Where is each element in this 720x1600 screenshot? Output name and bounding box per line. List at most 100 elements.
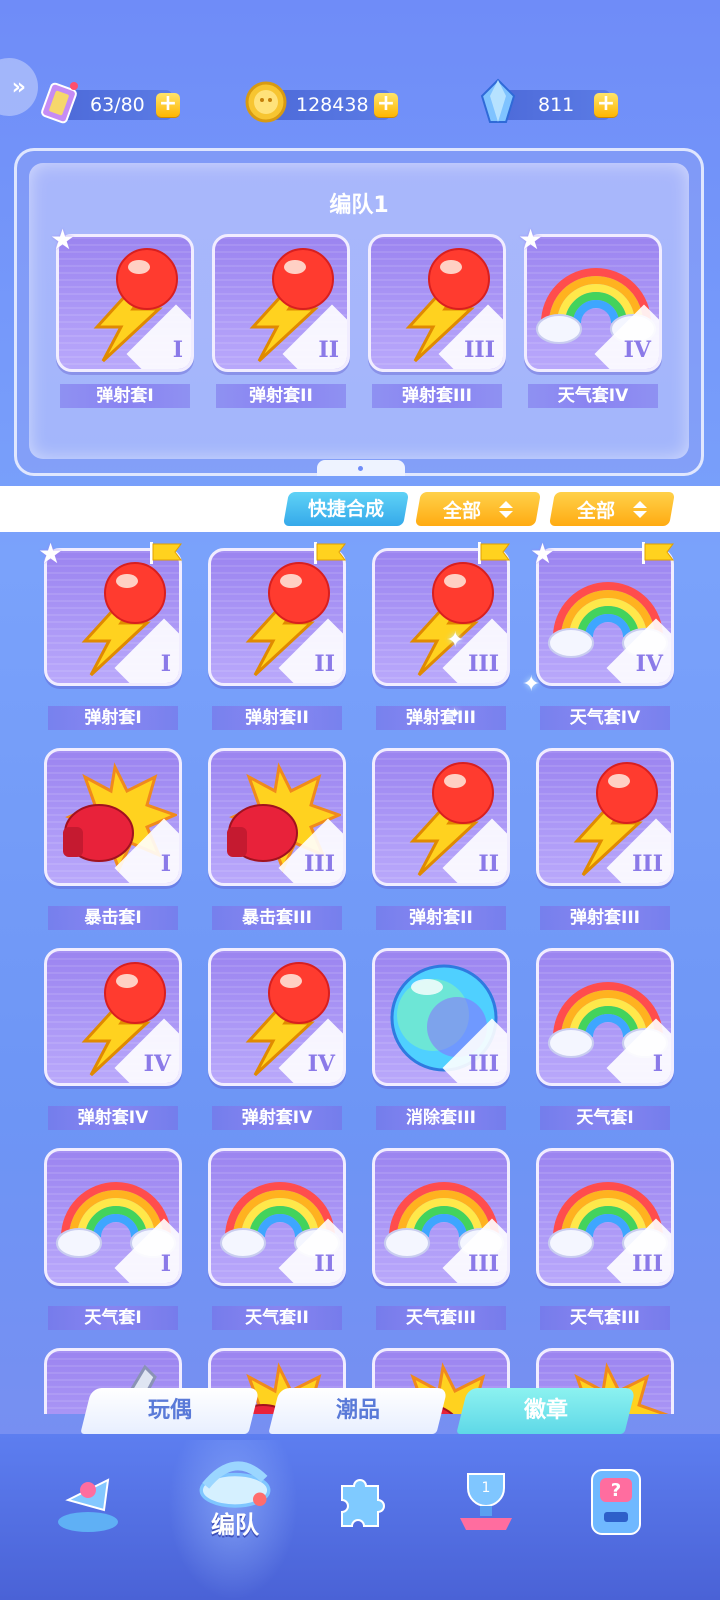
- sparkle-icon: ✦: [522, 672, 541, 697]
- grid-item-label: 弹射套III: [540, 906, 670, 930]
- grid-item-card[interactable]: IV: [536, 548, 674, 686]
- stamina-value: 63/80: [90, 94, 145, 116]
- star-icon: ★: [518, 223, 544, 256]
- card-tier: III: [632, 1251, 663, 1277]
- team-slot-card[interactable]: I: [56, 234, 194, 372]
- tab-dolls[interactable]: 玩偶: [80, 1388, 260, 1434]
- grid-item-card[interactable]: I: [44, 548, 182, 686]
- filter-bar: 快捷合成 全部 全部: [0, 486, 720, 532]
- gem-counter: 811 +: [480, 78, 618, 123]
- card-tier: IV: [307, 1051, 335, 1077]
- grid-item-label: 暴击套I: [48, 906, 178, 930]
- card-tier: II: [318, 337, 339, 363]
- page-indicator[interactable]: [317, 460, 405, 476]
- team-slot-label: 弹射套III: [372, 384, 502, 408]
- card-tier: I: [160, 651, 171, 677]
- ticket-icon: [41, 82, 78, 124]
- flag-icon: [314, 542, 346, 564]
- filter-dropdown-2[interactable]: 全部: [549, 492, 675, 526]
- grid-item-label: 天气套IV: [540, 706, 670, 730]
- team-slot-card[interactable]: IV: [524, 234, 662, 372]
- flag-icon: [150, 542, 182, 564]
- nav-gacha[interactable]: ?: [576, 1462, 666, 1572]
- puzzle-icon: [341, 1479, 385, 1527]
- grid-item-card[interactable]: III: [372, 548, 510, 686]
- grid-item-card[interactable]: IV: [44, 948, 182, 1086]
- nav-trophy[interactable]: 1: [446, 1460, 536, 1570]
- tab-badges[interactable]: 徽章: [456, 1388, 636, 1434]
- add-gems-button[interactable]: +: [594, 93, 618, 117]
- trophy-icon: 1: [460, 1473, 512, 1530]
- nav-team-label: 编队: [211, 1511, 259, 1539]
- card-tier: II: [478, 851, 499, 877]
- grid-item-card[interactable]: I: [44, 1148, 182, 1286]
- nav-puzzle[interactable]: [318, 1466, 408, 1576]
- filter-2-label: 全部: [576, 499, 615, 522]
- team-title: 编队1: [329, 193, 389, 218]
- nav-figure[interactable]: [48, 1460, 138, 1570]
- gem-value: 811: [538, 94, 575, 116]
- coin-value: 128438: [296, 94, 369, 116]
- grid-item-card[interactable]: I: [44, 748, 182, 886]
- tab-trendy[interactable]: 潮品: [268, 1388, 448, 1434]
- grid-item-label: 天气套II: [212, 1306, 342, 1330]
- grid-item-card[interactable]: III: [208, 748, 346, 886]
- team-slot-label: 天气套IV: [528, 384, 658, 408]
- team-slot-card[interactable]: II: [212, 234, 350, 372]
- card-tier: IV: [635, 651, 663, 677]
- card-tier: I: [160, 851, 171, 877]
- badge-grid[interactable]: I ★ 弹射套I II 弹射套II III 弹射套III IV ★ 天气套IV …: [0, 532, 720, 1414]
- grid-item-label: 天气套III: [376, 1306, 506, 1330]
- add-stamina-button[interactable]: +: [156, 93, 180, 117]
- sparkle-icon: ✦: [446, 628, 465, 653]
- grid-item-card[interactable]: III: [372, 948, 510, 1086]
- flag-icon: [478, 542, 510, 564]
- grid-item-card[interactable]: III: [536, 748, 674, 886]
- star-icon: ★: [50, 223, 76, 256]
- nav-team[interactable]: 编队: [180, 1434, 290, 1544]
- quick-synthesis-button[interactable]: 快捷合成: [283, 492, 409, 526]
- back-button[interactable]: »: [0, 58, 38, 116]
- card-tier: I: [172, 337, 183, 363]
- card-tier: IV: [623, 337, 651, 363]
- card-tier: III: [464, 337, 495, 363]
- card-tier: III: [468, 651, 499, 677]
- star-icon: ★: [530, 537, 556, 570]
- grid-item-card[interactable]: II: [372, 748, 510, 886]
- quick-synthesis-label: 快捷合成: [307, 498, 384, 520]
- card-tier: I: [160, 1251, 171, 1277]
- grid-item-card[interactable]: III: [536, 1148, 674, 1286]
- tab-badges-label: 徽章: [523, 1398, 568, 1423]
- tab-trendy-label: 潮品: [335, 1398, 380, 1423]
- grid-item-card[interactable]: IV: [208, 948, 346, 1086]
- team-slot-label: 弹射套I: [60, 384, 190, 408]
- page-dot: [358, 466, 363, 471]
- add-coins-button[interactable]: +: [374, 93, 398, 117]
- grid-item-label: 天气套III: [540, 1306, 670, 1330]
- filter-1-label: 全部: [442, 499, 481, 522]
- figure-icon: [58, 1478, 118, 1532]
- star-icon: ★: [38, 537, 64, 570]
- grid-item-card[interactable]: II: [208, 1148, 346, 1286]
- grid-item-card[interactable]: III: [372, 1148, 510, 1286]
- svg-text:?: ?: [611, 1480, 621, 1501]
- grid-item-label: 弹射套I: [48, 706, 178, 730]
- sort-arrows-icon: [499, 500, 513, 518]
- grid-item-card[interactable]: II: [208, 548, 346, 686]
- svg-text:1: 1: [482, 1480, 491, 1496]
- card-tier: III: [304, 851, 335, 877]
- card-tier: III: [468, 1251, 499, 1277]
- team-slot-card[interactable]: III: [368, 234, 506, 372]
- filter-dropdown-1[interactable]: 全部: [415, 492, 541, 526]
- grid-item-label: 暴击套III: [212, 906, 342, 930]
- grid-item-label: 弹射套III: [376, 706, 506, 730]
- grid-item-label: 消除套III: [376, 1106, 506, 1130]
- grid-item-card[interactable]: I: [536, 948, 674, 1086]
- sparkle-icon: ✦: [448, 704, 462, 723]
- grid-item-label: 天气套I: [48, 1306, 178, 1330]
- card-tier: III: [632, 851, 663, 877]
- grid-item-label: 弹射套IV: [48, 1106, 178, 1130]
- double-chevron-icon: »: [11, 74, 26, 100]
- card-tier: II: [314, 651, 335, 677]
- grid-item-label: 弹射套II: [212, 706, 342, 730]
